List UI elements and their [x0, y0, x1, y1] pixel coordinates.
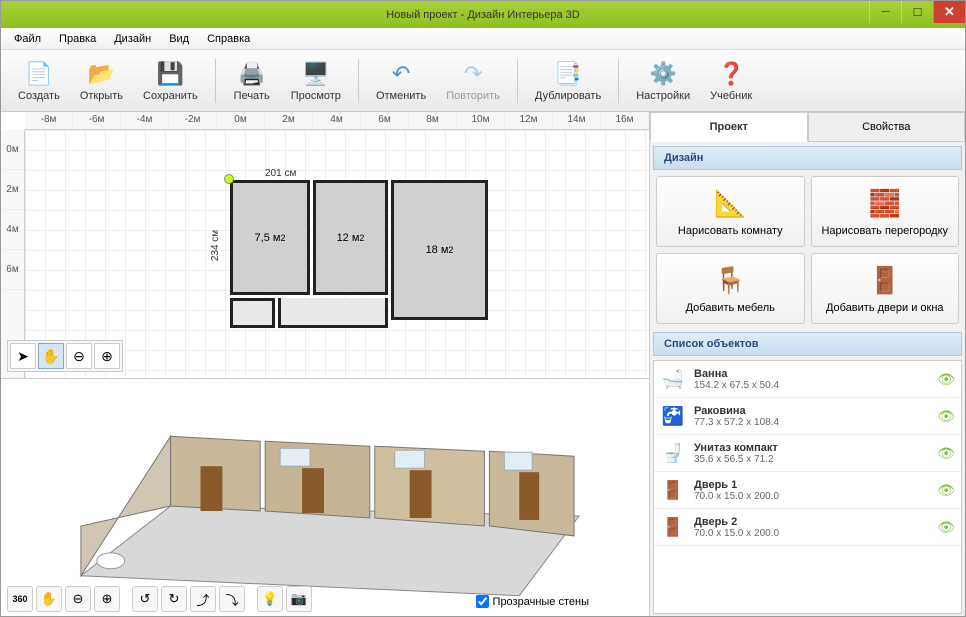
duplicate-icon: 📑: [554, 60, 582, 88]
section-design-header: Дизайн: [653, 146, 962, 170]
visibility-toggle[interactable]: 👁: [937, 408, 955, 425]
brick-wall-icon: 🧱: [867, 185, 903, 221]
pan-3d-tool[interactable]: ✋: [36, 586, 62, 612]
door-icon: 🚪: [660, 477, 686, 503]
open-button[interactable]: 📂Открыть: [71, 57, 132, 105]
print-button[interactable]: 🖨️Печать: [224, 57, 280, 105]
draw-room-button[interactable]: 📐Нарисовать комнату: [656, 176, 805, 247]
add-doors-button[interactable]: 🚪Добавить двери и окна: [811, 253, 960, 324]
create-button[interactable]: 📄Создать: [9, 57, 69, 105]
rotate-360-tool[interactable]: 360: [7, 586, 33, 612]
zoom-out-tool[interactable]: ⊖: [66, 343, 92, 369]
door-icon: 🚪: [867, 262, 903, 298]
duplicate-button[interactable]: 📑Дублировать: [526, 57, 610, 105]
menu-help[interactable]: Справка: [198, 30, 259, 48]
side-panel: Проект Свойства Дизайн 📐Нарисовать комна…: [650, 112, 965, 616]
preview-tool-palette: 360 ✋ ⊖ ⊕ ↺ ↻ ⤴ ⤵ 💡 📷: [7, 586, 312, 612]
camera-tool[interactable]: 📷: [286, 586, 312, 612]
room-bath[interactable]: [230, 298, 275, 328]
settings-button[interactable]: ⚙️Настройки: [627, 57, 699, 105]
door-icon: 🚪: [660, 514, 686, 540]
menu-design[interactable]: Дизайн: [105, 30, 160, 48]
room-2[interactable]: 12 м2: [313, 180, 388, 295]
light-tool[interactable]: 💡: [257, 586, 283, 612]
zoom-in-3d-tool[interactable]: ⊕: [94, 586, 120, 612]
tab-properties[interactable]: Свойства: [808, 112, 966, 142]
visibility-toggle[interactable]: 👁: [937, 445, 955, 462]
room-3[interactable]: 18 м2: [391, 180, 488, 320]
menu-bar: Файл Правка Дизайн Вид Справка: [1, 28, 965, 50]
main-toolbar: 📄Создать 📂Открыть 💾Сохранить 🖨️Печать 🖥️…: [1, 50, 965, 112]
tutorial-button[interactable]: ❓Учебник: [701, 57, 761, 105]
menu-view[interactable]: Вид: [160, 30, 198, 48]
zoom-out-3d-tool[interactable]: ⊖: [65, 586, 91, 612]
preview-3d-view[interactable]: 360 ✋ ⊖ ⊕ ↺ ↻ ⤴ ⤵ 💡 📷 Прозрачные стены: [1, 378, 649, 616]
maximize-button[interactable]: ☐: [901, 1, 933, 23]
menu-file[interactable]: Файл: [5, 30, 50, 48]
room-1[interactable]: 7,5 м2: [230, 180, 310, 295]
window-title: Новый проект - Дизайн Интерьера 3D: [386, 9, 579, 21]
transparent-walls-label: Прозрачные стены: [493, 596, 589, 608]
undo-icon: ↶: [387, 60, 415, 88]
list-item[interactable]: 🚪Дверь 270.0 x 15.0 x 200.0👁: [654, 509, 961, 546]
room-hall[interactable]: [278, 298, 388, 328]
save-icon: 💾: [156, 60, 184, 88]
ruler-horizontal: -8м-6м-4м-2м0м2м4м6м8м10м12м14м16м: [25, 112, 649, 130]
pointer-tool[interactable]: ➤: [10, 343, 36, 369]
list-item[interactable]: 🚰Раковина77.3 x 57.2 x 108.4👁: [654, 398, 961, 435]
folder-open-icon: 📂: [87, 60, 115, 88]
pan-tool[interactable]: ✋: [38, 343, 64, 369]
section-objects-header: Список объектов: [653, 332, 962, 356]
add-furniture-button[interactable]: 🪑Добавить мебель: [656, 253, 805, 324]
dimension-width: 201 см: [265, 168, 296, 179]
list-item[interactable]: 🛁Ванна154.2 x 67.5 x 50.4👁: [654, 361, 961, 398]
plan-2d-view[interactable]: -8м-6м-4м-2м0м2м4м6м8м10м12м14м16м 0м2м4…: [1, 112, 649, 378]
dimension-height: 234 см: [210, 230, 221, 261]
rotate-up-tool[interactable]: ⤴: [190, 586, 216, 612]
list-item[interactable]: 🚪Дверь 170.0 x 15.0 x 200.0👁: [654, 472, 961, 509]
gear-icon: ⚙️: [649, 60, 677, 88]
plan-tool-palette: ➤ ✋ ⊖ ⊕: [7, 340, 123, 372]
list-item[interactable]: 🚽Унитаз компакт35.6 x 56.5 x 71.2👁: [654, 435, 961, 472]
transparent-walls-checkbox[interactable]: [476, 595, 489, 608]
preview-button[interactable]: 🖥️Просмотр: [282, 57, 350, 105]
pencil-ruler-icon: 📐: [712, 185, 748, 221]
visibility-toggle[interactable]: 👁: [937, 519, 955, 536]
sink-icon: 🚰: [660, 403, 686, 429]
close-button[interactable]: ✕: [933, 1, 965, 23]
menu-edit[interactable]: Правка: [50, 30, 105, 48]
rotate-right-tool[interactable]: ↻: [161, 586, 187, 612]
monitor-icon: 🖥️: [302, 60, 330, 88]
visibility-toggle[interactable]: 👁: [937, 371, 955, 388]
redo-icon: ↷: [459, 60, 487, 88]
rotate-down-tool[interactable]: ⤵: [219, 586, 245, 612]
new-file-icon: 📄: [25, 60, 53, 88]
title-bar: Новый проект - Дизайн Интерьера 3D ─ ☐ ✕: [1, 1, 965, 28]
rotate-left-tool[interactable]: ↺: [132, 586, 158, 612]
undo-button[interactable]: ↶Отменить: [367, 57, 435, 105]
object-list[interactable]: 🛁Ванна154.2 x 67.5 x 50.4👁 🚰Раковина77.3…: [653, 360, 962, 614]
render-3d: [51, 426, 589, 606]
bathtub-icon: 🛁: [660, 366, 686, 392]
printer-icon: 🖨️: [238, 60, 266, 88]
tab-project[interactable]: Проект: [650, 112, 808, 142]
floor-plan[interactable]: 201 см 234 см 7,5 м2 12 м2 18 м2: [230, 180, 488, 328]
redo-button[interactable]: ↷Повторить: [437, 57, 509, 105]
draw-wall-button[interactable]: 🧱Нарисовать перегородку: [811, 176, 960, 247]
chair-icon: 🪑: [712, 262, 748, 298]
minimize-button[interactable]: ─: [869, 1, 901, 23]
toilet-icon: 🚽: [660, 440, 686, 466]
help-icon: ❓: [717, 60, 745, 88]
visibility-toggle[interactable]: 👁: [937, 482, 955, 499]
zoom-in-tool[interactable]: ⊕: [94, 343, 120, 369]
save-button[interactable]: 💾Сохранить: [134, 57, 207, 105]
resize-handle[interactable]: [224, 174, 234, 184]
